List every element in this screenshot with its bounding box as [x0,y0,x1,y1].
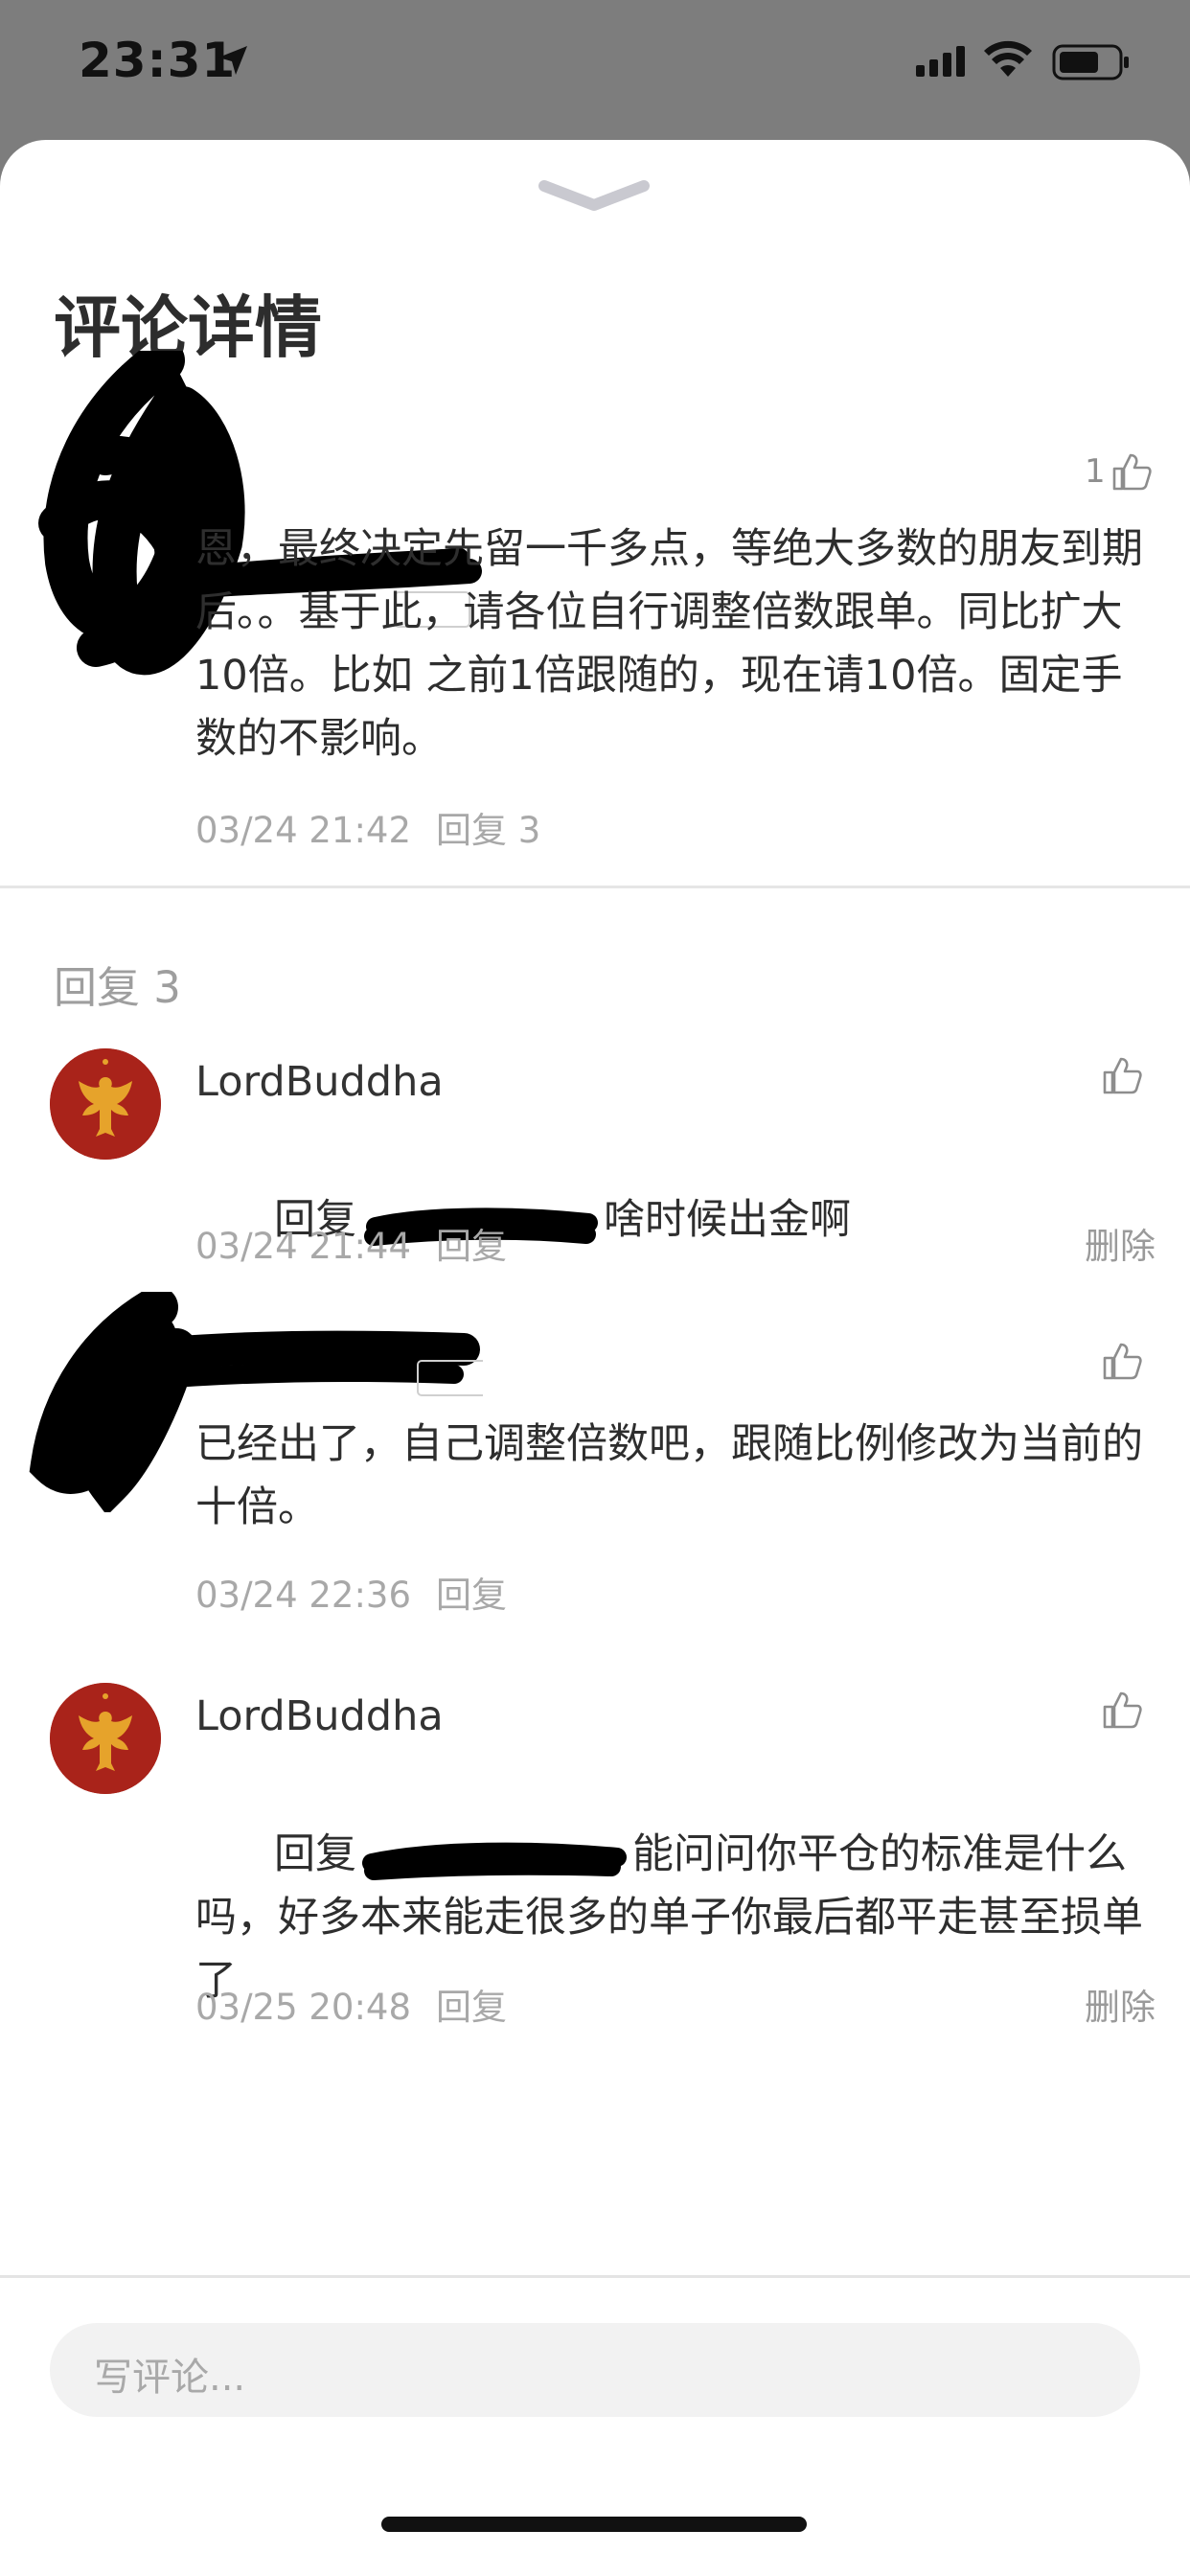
reply-meta: 03/24 22:36 回复 [195,1566,507,1618]
replies-section-label: 回复 3 [54,962,181,1013]
reply-count-link[interactable]: 回复 3 [436,810,540,851]
location-arrow-icon [218,46,247,75]
main-comment-text: 恩，最终决定先留一千多点，等绝大多数的朋友到期后。。基于此，请各位自行调整倍数跟… [195,525,1143,763]
status-time: 23:31 [79,33,237,88]
status-bar: 23:31 [0,0,1190,134]
comment-date: 03/25 20:48 [195,1987,412,2028]
thumbs-up-icon [1112,453,1152,491]
comment-detail-sheet: 评论详情 1 恩，最终决定先留一千多点，等绝大多数的朋友到期后。。基于此，请各位… [0,140,1190,2576]
composer-divider [0,2275,1190,2278]
main-comment-like[interactable]: 1 [1085,452,1152,491]
delete-button[interactable]: 删除 [1085,1978,1156,2030]
username[interactable]: LordBuddha [195,1692,444,1740]
eagle-emblem-icon [50,1683,161,1794]
main-comment-meta: 03/24 21:42 回复 3 [195,801,540,853]
reply-meta: 03/25 20:48 回复 [195,1978,507,2030]
reply-meta: 03/24 21:44 回复 [195,1217,507,1269]
avatar[interactable] [50,1048,161,1160]
thumbs-up-icon[interactable] [1102,1342,1142,1380]
reply-button[interactable]: 回复 [436,1575,507,1616]
like-count: 1 [1085,452,1106,491]
reply-prefix: 回复 [274,1830,357,1878]
wifi-icon [984,40,1032,77]
comment-date: 03/24 22:36 [195,1575,412,1616]
username[interactable]: LordBuddha [195,1058,444,1106]
reply-button[interactable]: 回复 [436,1987,507,2028]
comment-input-placeholder: 写评论... [94,2356,246,2400]
avatar[interactable] [50,1683,161,1794]
home-indicator [381,2517,807,2532]
comment-date: 03/24 21:42 [195,810,412,851]
comment-input[interactable]: 写评论... [50,2323,1140,2417]
redacted-mention [360,1838,629,1880]
cellular-signal-icon [916,46,965,77]
eagle-emblem-icon [50,1048,161,1160]
thumbs-up-icon[interactable] [1102,1056,1142,1094]
chevron-down-handle-icon[interactable] [537,176,652,215]
delete-button[interactable]: 删除 [1085,1217,1156,1269]
section-divider [0,886,1190,888]
reply-text: 已经出了，自己调整倍数吧，跟随比例修改为当前的十倍。 [195,1420,1143,1531]
reply-button[interactable]: 回复 [436,1226,507,1267]
battery-icon [1052,44,1129,80]
reply-body: 啥时候出金啊 [604,1196,852,1244]
thumbs-up-icon[interactable] [1102,1690,1142,1729]
comment-date: 03/24 21:44 [195,1226,412,1267]
